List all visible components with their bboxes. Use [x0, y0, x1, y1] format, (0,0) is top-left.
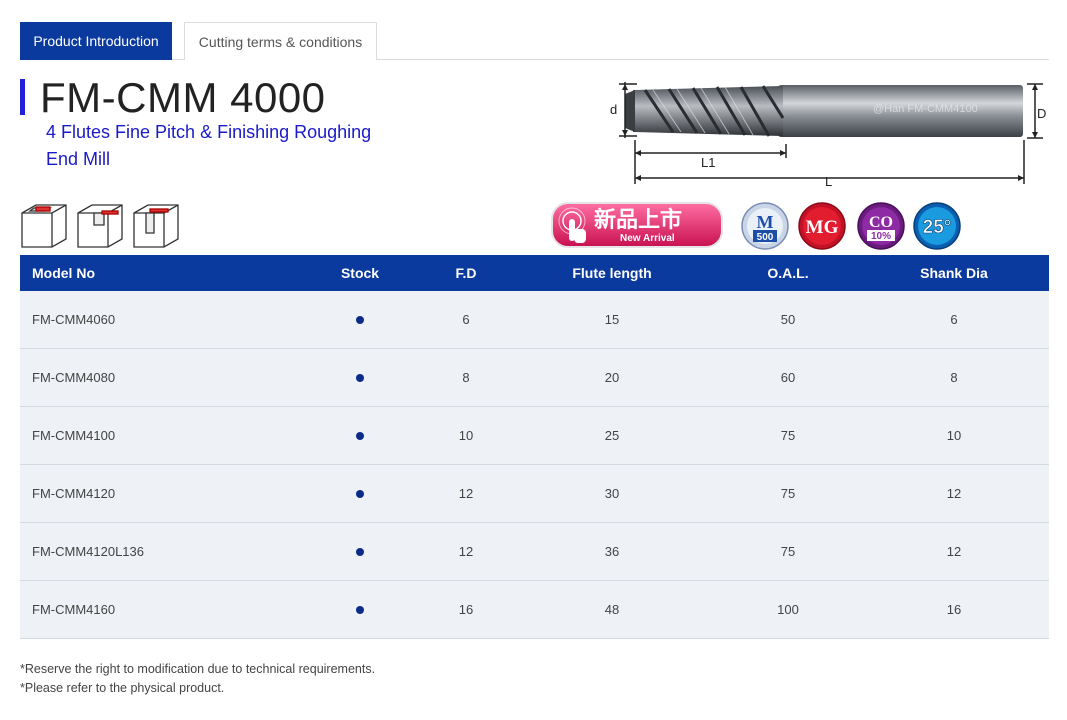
subtitle-line-2: End Mill	[46, 149, 111, 169]
in-stock-dot-icon	[356, 373, 364, 382]
svg-text:25°: 25°	[923, 217, 952, 238]
header-flute-length: Flute length	[572, 265, 652, 281]
table-row: FM-CMM4120L136 12 36 75 12	[20, 523, 1049, 581]
end-mill-dimension-diagram: @Han FM-CMM4100 d D L1 L	[610, 82, 1046, 189]
header-fd: F.D	[455, 265, 477, 281]
header-model-no: Model No	[32, 265, 95, 281]
label-L: L	[825, 174, 832, 189]
label-d: d	[610, 102, 617, 117]
tab-bar: Product Introduction Cutting terms & con…	[20, 22, 1049, 60]
cell-flute-length: 30	[604, 486, 620, 501]
cell-flute-length: 20	[604, 370, 620, 385]
cell-shank-dia: 12	[946, 544, 962, 559]
header-shank-dia: Shank Dia	[920, 265, 988, 281]
table-row: FM-CMM4100 10 25 75 10	[20, 407, 1049, 465]
label-D: D	[1037, 106, 1046, 121]
cell-oal: 75	[780, 486, 796, 501]
table-row: FM-CMM4060 6 15 50 6	[20, 291, 1049, 349]
cell-fd: 10	[458, 428, 474, 443]
cell-shank-dia: 8	[950, 370, 958, 385]
spec-table: Model No Stock F.D Flute length O.A.L. S…	[20, 255, 1049, 639]
cell-flute-length: 36	[604, 544, 620, 559]
tab-product-introduction[interactable]: Product Introduction	[20, 22, 172, 60]
cell-shank-dia: 16	[946, 602, 962, 617]
product-title: FM-CMM 4000	[40, 74, 326, 121]
in-stock-dot-icon	[356, 431, 364, 440]
slotting-icon	[21, 204, 67, 248]
table-body: FM-CMM4060 6 15 50 6 FM-CMM4080 8 20 60 8 FM-CMM41…	[20, 291, 1049, 639]
cell-flute-length: 15	[604, 312, 620, 327]
svg-text:500: 500	[757, 232, 774, 243]
shoulder-milling-icon	[133, 204, 179, 248]
new-arrival-en: New Arrival	[620, 233, 675, 244]
in-stock-dot-icon	[356, 315, 364, 324]
cell-stock	[310, 349, 410, 406]
cell-oal: 60	[780, 370, 796, 385]
table-row: FM-CMM4160 16 48 100 16	[20, 581, 1049, 639]
helix-angle-badge: 25°	[913, 202, 961, 250]
cell-oal: 100	[777, 602, 799, 617]
in-stock-dot-icon	[356, 547, 364, 556]
footnotes: *Reserve the right to modification due t…	[20, 660, 375, 698]
co-badge: CO 10%	[857, 202, 905, 250]
cell-shank-dia: 12	[946, 486, 962, 501]
new-arrival-cn: 新品上市	[594, 207, 682, 233]
cell-stock	[310, 291, 410, 348]
cell-model-no: FM-CMM4080	[32, 370, 116, 385]
cell-stock	[310, 581, 410, 638]
svg-text:MG: MG	[806, 217, 839, 238]
cell-model-no: FM-CMM4120L136	[32, 544, 144, 559]
subtitle-line-1: 4 Flutes Fine Pitch & Finishing Roughing	[46, 122, 372, 142]
tab-cutting-terms[interactable]: Cutting terms & conditions	[184, 22, 377, 60]
cell-oal: 75	[780, 428, 796, 443]
cell-flute-length: 48	[604, 602, 620, 617]
cell-stock	[310, 465, 410, 522]
svg-text:M: M	[757, 212, 774, 232]
title-accent-bar	[20, 79, 25, 115]
cell-model-no: FM-CMM4100	[32, 428, 116, 443]
mg-badge: MG	[798, 202, 846, 250]
cell-model-no: FM-CMM4060	[32, 312, 116, 327]
header-stock: Stock	[340, 265, 380, 281]
cell-stock	[310, 407, 410, 464]
cell-fd: 16	[458, 602, 474, 617]
table-row: FM-CMM4120 12 30 75 12	[20, 465, 1049, 523]
note-physical-product: *Please refer to the physical product.	[20, 681, 225, 695]
cell-shank-dia: 6	[950, 312, 958, 327]
in-stock-dot-icon	[356, 605, 364, 614]
cell-model-no: FM-CMM4160	[32, 602, 116, 617]
cell-fd: 6	[462, 312, 470, 327]
cell-shank-dia: 10	[946, 428, 962, 443]
cell-fd: 8	[462, 370, 470, 385]
svg-text:CO: CO	[869, 214, 893, 231]
machining-strategy-icons	[21, 204, 179, 248]
table-row: FM-CMM4080 8 20 60 8	[20, 349, 1049, 407]
header-oal: O.A.L.	[767, 265, 809, 281]
svg-text:10%: 10%	[871, 231, 891, 242]
side-milling-icon	[77, 204, 123, 248]
in-stock-dot-icon	[356, 489, 364, 498]
product-subtitle: 4 Flutes Fine Pitch & Finishing Roughing…	[46, 119, 426, 173]
label-L1: L1	[701, 155, 715, 170]
m500-badge: M 500	[741, 202, 789, 250]
cell-oal: 75	[780, 544, 796, 559]
cell-flute-length: 25	[604, 428, 620, 443]
cell-fd: 12	[458, 486, 474, 501]
cell-oal: 50	[780, 312, 796, 327]
tool-marking: @Han FM-CMM4100	[873, 103, 978, 115]
cell-model-no: FM-CMM4120	[32, 486, 116, 501]
cell-fd: 12	[458, 544, 474, 559]
note-modification: *Reserve the right to modification due t…	[20, 662, 376, 676]
cell-stock	[310, 523, 410, 580]
new-arrival-badge: 新品上市 New Arrival	[551, 202, 723, 248]
table-header: Model No Stock F.D Flute length O.A.L. S…	[20, 255, 1049, 291]
